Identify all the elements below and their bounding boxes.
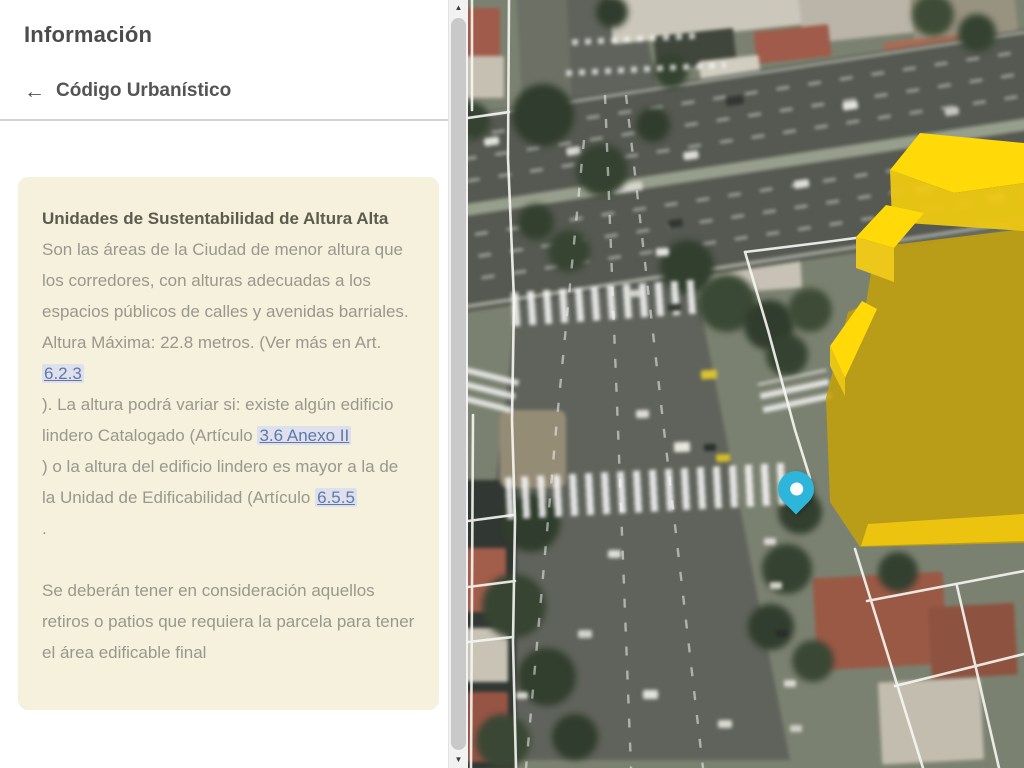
back-label: Código Urbanístico (56, 80, 231, 102)
scrollbar-down-arrow[interactable]: ▼ (449, 753, 468, 767)
scrollbar-thumb[interactable] (451, 18, 466, 750)
card-title: Unidades de Sustentabilidad de Altura Al… (42, 203, 415, 234)
pin-center-dot (787, 480, 805, 498)
link-art-3-6-anexo-ii[interactable]: 3.6 Anexo II (257, 426, 351, 445)
text-segment: . (42, 519, 47, 538)
panel-title: Información (24, 22, 152, 48)
back-arrow-icon: ← (24, 81, 45, 102)
map-overlay (468, 0, 1024, 768)
info-card: Unidades de Sustentabilidad de Altura Al… (18, 177, 439, 710)
info-panel: Información ← Código Urbanístico Unidade… (0, 0, 448, 768)
back-button[interactable]: ← Código Urbanístico (24, 80, 231, 102)
map-canvas[interactable] (468, 0, 1024, 768)
card-paragraph-2: Se deberán tener en consideración aquell… (42, 575, 415, 668)
app-root: Información ← Código Urbanístico Unidade… (0, 0, 1024, 768)
link-art-6-5-5[interactable]: 6.5.5 (315, 488, 357, 507)
link-art-6-2-3[interactable]: 6.2.3 (42, 364, 84, 383)
scrollbar-up-arrow[interactable]: ▲ (449, 1, 468, 15)
text-segment: Son las áreas de la Ciudad de menor altu… (42, 240, 409, 352)
panel-scrollbar[interactable]: ▲ ▼ (448, 0, 468, 768)
card-paragraph-1: Son las áreas de la Ciudad de menor altu… (42, 234, 415, 544)
massing-main-volume (826, 229, 1024, 547)
avenue-lane-dashes (526, 95, 703, 768)
building-3d-massing[interactable] (826, 133, 1024, 547)
header-divider (0, 119, 448, 121)
